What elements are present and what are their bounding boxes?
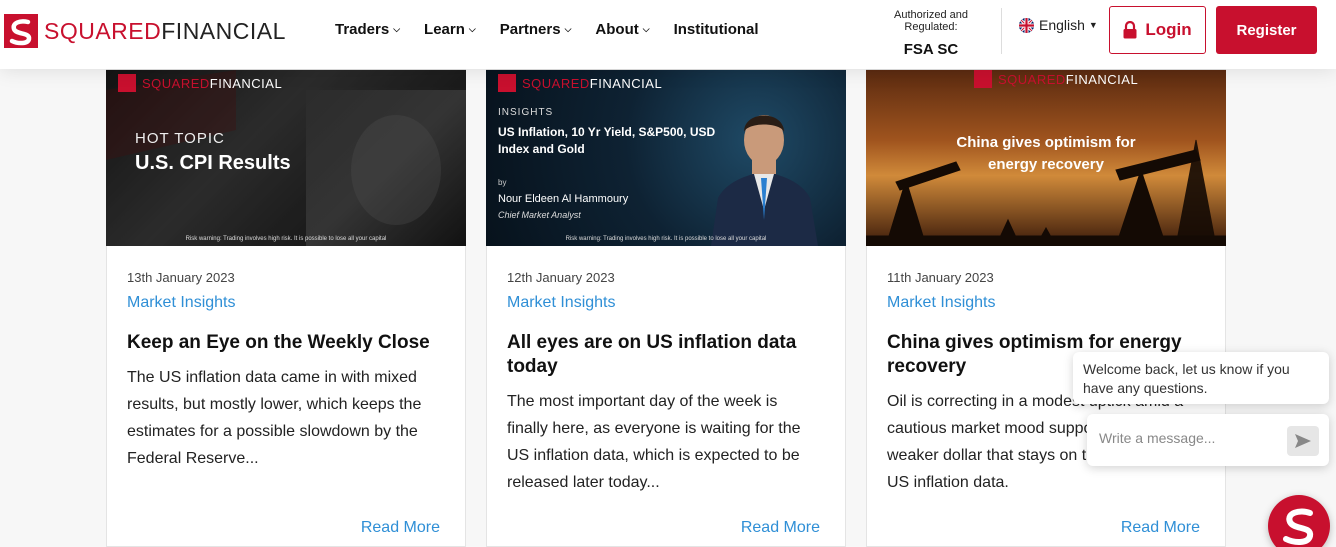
login-button[interactable]: Login [1109,6,1206,54]
image-brand-part1: SQUARED [142,75,210,91]
image-author-role: Chief Market Analyst [498,210,581,220]
nav-learn[interactable]: Learn ⌵ [424,21,476,38]
nav-institutional-label: Institutional [673,21,759,38]
article-title[interactable]: Keep an Eye on the Weekly Close [127,331,447,355]
register-label: Register [1236,21,1297,39]
brand-mark-icon [974,70,992,88]
site-logo[interactable]: SQUAREDFINANCIAL [4,14,286,48]
article-card[interactable]: SQUARED FINANCIAL INSIGHTS US Inflation, … [486,69,846,547]
page: SQUAREDFINANCIAL Traders ⌵ Learn ⌵ Partner… [0,0,1336,547]
logo-text-part2: FINANCIAL [161,17,286,44]
image-risk-warning: Risk warning: Trading involves high risk… [565,236,767,242]
chat-input-box [1087,414,1329,466]
image-headline: U.S. CPI Results [135,152,291,174]
nav-learn-label: Learn [424,21,465,38]
image-brand: SQUARED FINANCIAL [974,70,1138,88]
article-card[interactable]: SQUARED FINANCIAL HOT TOPIC U.S. CPI Resu… [106,69,466,547]
login-label: Login [1145,20,1192,39]
article-excerpt: The US inflation data came in with mixed… [127,369,422,467]
chevron-down-icon: ⌵ [393,24,401,34]
nav-traders[interactable]: Traders ⌵ [335,21,400,38]
image-brand-part2: FINANCIAL [1065,71,1139,87]
article-category[interactable]: Market Insights [507,294,615,312]
image-kicker: HOT TOPIC [135,130,225,147]
caret-down-icon: ▼ [1088,20,1098,30]
chat-launcher-button[interactable] [1268,495,1330,547]
article-image[interactable]: SQUARED FINANCIAL INSIGHTS US Inflation, … [486,70,846,246]
nav-traders-label: Traders [335,21,390,38]
article-date: 13th January 2023 [127,270,235,285]
send-icon [1295,434,1311,448]
language-label: English [1039,17,1085,33]
image-risk-warning: Risk warning: Trading involves high risk… [185,236,387,242]
regulation-info: Authorized and Regulated: FSA SC [869,9,993,58]
image-by: by [498,178,507,187]
image-author: Nour Eldeen Al Hammoury [498,193,629,205]
image-brand-part1: SQUARED [998,71,1066,87]
logo-text-part1: SQUARED [44,17,162,44]
nav-about-label: About [595,21,639,38]
regulation-label: Authorized and Regulated: [894,9,968,33]
article-date: 11th January 2023 [887,270,994,285]
chevron-down-icon: ⌵ [564,24,572,34]
article-card[interactable]: SQUARED FINANCIAL China gives optimism fo… [866,69,1226,547]
chevron-down-icon: ⌵ [468,24,476,34]
image-brand: SQUARED FINANCIAL [118,74,282,92]
article-image[interactable]: SQUARED FINANCIAL HOT TOPIC U.S. CPI Resu… [106,70,466,246]
image-brand-part1: SQUARED [522,75,590,91]
uk-flag-icon [1019,17,1034,33]
image-headline: China gives optimism for energy recovery [956,134,1136,173]
nav-about[interactable]: About ⌵ [595,21,649,38]
read-more-link[interactable]: Read More [361,519,440,537]
read-more-link[interactable]: Read More [741,519,820,537]
register-button[interactable]: Register [1216,6,1317,54]
image-brand-part2: FINANCIAL [589,75,663,91]
language-selector[interactable]: English ▼ [1019,17,1098,33]
article-image[interactable]: SQUARED FINANCIAL China gives optimism fo… [866,70,1226,246]
image-brand: SQUARED FINANCIAL [498,74,662,92]
nav-institutional[interactable]: Institutional [674,21,759,38]
main-nav: Traders ⌵ Learn ⌵ Partners ⌵ About ⌵ Institu… [335,21,783,38]
logo-text: SQUAREDFINANCIAL [44,18,286,45]
nav-partners-label: Partners [499,21,561,38]
logo-mark-icon [4,14,38,48]
image-kicker: INSIGHTS [498,107,554,118]
site-header: SQUAREDFINANCIAL Traders ⌵ Learn ⌵ Partner… [0,0,1336,69]
brand-mark-icon [118,74,136,92]
chat-send-button[interactable] [1287,426,1319,456]
chat-message-input[interactable] [1099,430,1279,446]
article-date: 12th January 2023 [507,270,615,285]
article-category[interactable]: Market Insights [127,294,235,312]
header-divider [1001,8,1002,54]
chevron-down-icon: ⌵ [642,24,650,34]
nav-partners[interactable]: Partners ⌵ [500,21,572,38]
read-more-link[interactable]: Read More [1121,519,1200,537]
brand-mark-icon [498,74,516,92]
article-title[interactable]: All eyes are on US inflation data today [507,331,827,379]
article-category[interactable]: Market Insights [887,294,995,312]
regulator-name: FSA SC [903,41,959,58]
chat-greeting-bubble: Welcome back, let us know if you have an… [1073,352,1329,404]
lock-icon [1123,20,1137,39]
image-brand-part2: FINANCIAL [209,75,283,91]
chat-logo-icon [1283,508,1314,545]
article-excerpt: The most important day of the week is fi… [507,393,801,491]
image-headline: US Inflation, 10 Yr Yield, S&P500, USD I… [498,125,716,156]
